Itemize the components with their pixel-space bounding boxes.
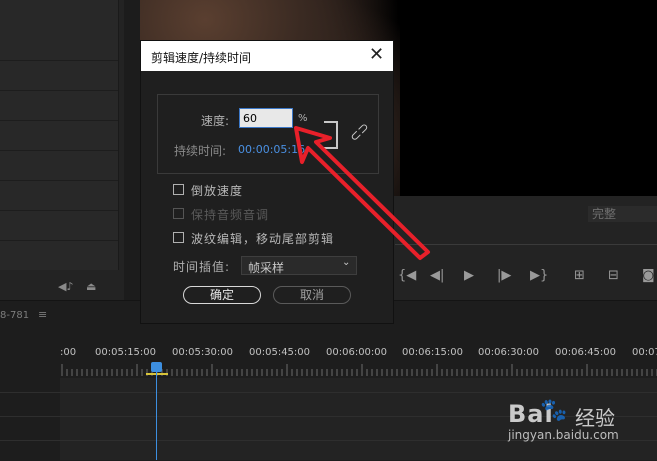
interpolation-value: 帧采样 <box>248 261 285 275</box>
dialog-titlebar[interactable]: 剪辑速度/持续时间 ✕ <box>141 41 393 71</box>
speed-group <box>157 94 379 174</box>
resolution-dropdown[interactable]: 完整 <box>588 206 657 222</box>
speed-label: 速度: <box>201 114 230 128</box>
duration-label: 持续时间: <box>174 144 227 158</box>
playhead-handle[interactable] <box>151 362 162 372</box>
timecode-label: 00:05:15:00 <box>95 347 157 358</box>
insert-icon[interactable]: ⊞ <box>574 268 585 283</box>
play-icon[interactable]: ▶ <box>464 268 474 283</box>
interpolation-label: 时间插值: <box>173 260 231 274</box>
paw-icon: 🐾 <box>540 398 568 423</box>
close-icon[interactable]: ✕ <box>369 45 384 65</box>
timecode-label: 00:06:15:00 <box>402 347 464 358</box>
speed-input[interactable] <box>239 108 293 128</box>
track-area[interactable] <box>60 378 657 460</box>
checkbox[interactable] <box>173 232 184 243</box>
step-back-icon[interactable]: ◀| <box>430 268 444 283</box>
chevron-down-icon: ⌄ <box>342 257 351 268</box>
track-divider <box>0 392 657 393</box>
link-bracket <box>324 121 338 149</box>
interpolation-select[interactable]: 帧采样 ⌄ <box>241 256 357 275</box>
timecode-label: 00:05:30:00 <box>172 347 234 358</box>
speed-unit: % <box>298 113 308 124</box>
duration-value[interactable]: 00:00:05:16 <box>238 143 305 156</box>
playhead-line[interactable] <box>156 370 157 460</box>
overwrite-icon[interactable]: ⊟ <box>608 268 619 283</box>
checkbox <box>173 208 184 219</box>
timecode-label: :00 <box>60 347 77 358</box>
panel-divider[interactable] <box>124 0 140 300</box>
checkbox-label: 倒放速度 <box>191 184 244 198</box>
menu-icon[interactable]: ≡ <box>38 308 47 321</box>
checkbox[interactable] <box>173 184 184 195</box>
step-forward-icon[interactable]: |▶ <box>497 268 511 283</box>
watermark-text: 经验 <box>575 406 615 430</box>
timecode-label: 00:05:45:00 <box>249 347 311 358</box>
go-to-out-icon[interactable]: ▶} <box>530 268 548 283</box>
timecode-label: 00:07 <box>632 347 657 358</box>
audio-icon[interactable]: ◀♪ <box>58 280 73 293</box>
export-icon[interactable]: ⏏ <box>86 280 96 293</box>
in-out-marker <box>146 373 168 375</box>
clip-speed-dialog: 剪辑速度/持续时间 ✕ 速度: % ⊂⊃ 持续时间: 00:00:05:16 倒… <box>140 40 394 324</box>
monitor-scrub-bar[interactable] <box>395 244 657 245</box>
timecode-label: 00:06:30:00 <box>478 347 540 358</box>
watermark-url: jingyan.baidu.com <box>508 428 619 442</box>
cancel-button[interactable]: 取消 <box>273 286 351 304</box>
checkbox-label: 保持音频音调 <box>191 208 270 222</box>
project-list <box>0 0 119 270</box>
go-to-in-icon[interactable]: {◀ <box>398 268 416 283</box>
video-black-area <box>400 0 657 196</box>
timecode-label: 00:06:45:00 <box>555 347 617 358</box>
dialog-title: 剪辑速度/持续时间 <box>151 51 252 65</box>
checkbox-label: 波纹编辑，移动尾部剪辑 <box>191 232 335 246</box>
sequence-tab[interactable]: 8-781 <box>0 310 29 321</box>
ok-button[interactable]: 确定 <box>183 286 261 304</box>
camera-icon[interactable]: ◙ <box>642 268 655 283</box>
timecode-label: 00:06:00:00 <box>326 347 388 358</box>
